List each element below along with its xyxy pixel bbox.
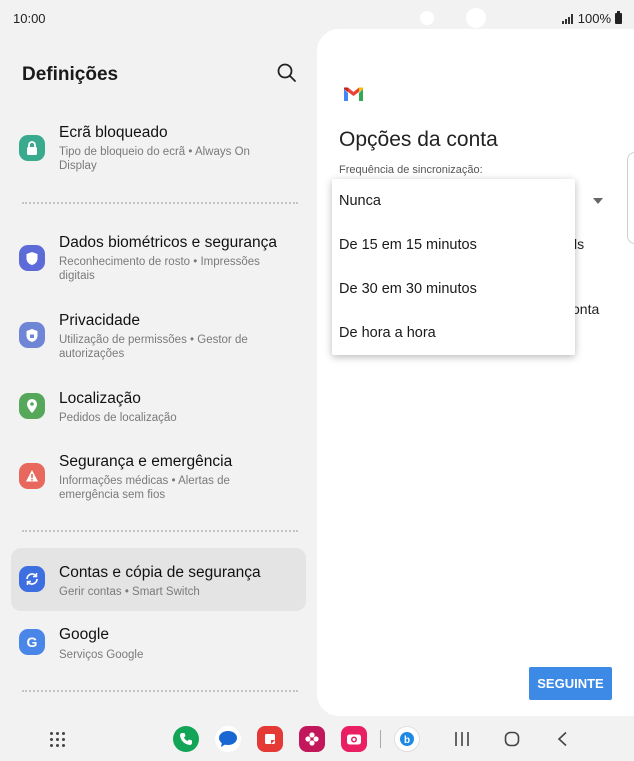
- partial-text: onta: [572, 301, 600, 317]
- option-never[interactable]: Nunca: [339, 193, 381, 209]
- item-subtitle: Pedidos de localização: [59, 412, 177, 424]
- item-title: Localização: [59, 390, 141, 407]
- bixby-app-icon[interactable]: b: [394, 726, 420, 752]
- item-title: Privacidade: [59, 312, 140, 329]
- location-pin-icon: [19, 393, 45, 419]
- battery-icon: [615, 11, 622, 24]
- settings-item-emergency[interactable]: Segurança e emergência Informações médic…: [11, 447, 306, 509]
- option-15-min[interactable]: De 15 em 15 minutos: [339, 237, 477, 253]
- option-hourly[interactable]: De hora a hora: [339, 325, 436, 341]
- search-icon: [277, 63, 296, 82]
- google-icon: G: [19, 629, 45, 655]
- divider: [22, 530, 298, 532]
- recent-apps-icon[interactable]: [454, 731, 470, 747]
- home-icon[interactable]: [504, 731, 520, 747]
- phone-app-icon[interactable]: [173, 726, 199, 752]
- camera-dot: [420, 11, 434, 25]
- settings-item-biometrics[interactable]: Dados biométricos e segurança Reconhecim…: [11, 228, 306, 290]
- status-indicators: 100%: [561, 11, 622, 26]
- edge-panel-handle[interactable]: [627, 152, 634, 244]
- status-time: 10:00: [13, 11, 46, 26]
- back-icon[interactable]: [555, 731, 571, 747]
- svg-text:b: b: [404, 735, 410, 746]
- divider: [22, 202, 298, 204]
- item-subtitle: Reconhecimento de rosto • Impressões dig…: [59, 256, 260, 282]
- sync-frequency-dropdown: Nunca De 15 em 15 minutos De 30 em 30 mi…: [332, 179, 575, 355]
- camera-dot-large: [466, 8, 486, 28]
- item-title: Ecrã bloqueado: [59, 124, 168, 141]
- item-subtitle: Utilização de permissões • Gestor de aut…: [59, 334, 248, 360]
- search-button[interactable]: [276, 62, 298, 84]
- settings-item-lock-screen[interactable]: Ecrã bloqueado Tipo de bloqueio do ecrã …: [11, 118, 306, 178]
- messages-app-icon[interactable]: [215, 726, 241, 752]
- item-title: Dados biométricos e segurança: [59, 234, 277, 251]
- signal-icon: [561, 13, 574, 24]
- notes-app-icon[interactable]: [257, 726, 283, 752]
- emergency-icon: [19, 463, 45, 489]
- settings-item-accounts[interactable]: Contas e cópia de segurança Gerir contas…: [11, 548, 306, 611]
- battery-percent: 100%: [577, 11, 611, 26]
- sync-frequency-label: Frequência de sincronização:: [339, 164, 483, 176]
- navigation-bar: b: [0, 716, 634, 761]
- item-subtitle: Gerir contas • Smart Switch: [59, 586, 200, 598]
- account-options-title: Opções da conta: [339, 128, 498, 151]
- apps-grid-icon[interactable]: [50, 732, 66, 748]
- sync-icon: [19, 566, 45, 592]
- nav-separator: [380, 730, 381, 748]
- gallery-app-icon[interactable]: [299, 726, 325, 752]
- shield-icon: [19, 245, 45, 271]
- lock-icon: [19, 135, 45, 161]
- item-title: Contas e cópia de segurança: [59, 564, 261, 581]
- partial-text: ls: [574, 236, 585, 252]
- item-subtitle: Serviços Google: [59, 649, 144, 661]
- settings-title: Definições: [22, 64, 119, 85]
- camera-app-icon[interactable]: [341, 726, 367, 752]
- next-button[interactable]: SEGUINTE: [529, 667, 612, 700]
- gmail-logo-icon: [344, 87, 363, 101]
- item-title: Google: [59, 626, 109, 643]
- account-options-panel: Opções da conta Frequência de sincroniza…: [317, 29, 634, 716]
- item-subtitle: Informações médicas • Alertas de emergên…: [59, 475, 230, 501]
- divider: [22, 690, 298, 692]
- item-subtitle: Tipo de bloqueio do ecrã • Always On Dis…: [59, 146, 250, 172]
- settings-item-google[interactable]: G Google Serviços Google: [11, 624, 306, 674]
- item-title: Segurança e emergência: [59, 453, 233, 470]
- dropdown-arrow-icon[interactable]: [593, 198, 603, 204]
- privacy-icon: [19, 322, 45, 348]
- settings-item-privacy[interactable]: Privacidade Utilização de permissões • G…: [11, 306, 306, 368]
- settings-item-location[interactable]: Localização Pedidos de localização: [11, 384, 306, 434]
- option-30-min[interactable]: De 30 em 30 minutos: [339, 281, 477, 297]
- settings-panel: Definições Ecrã bloqueado Tipo de bloque…: [0, 36, 316, 711]
